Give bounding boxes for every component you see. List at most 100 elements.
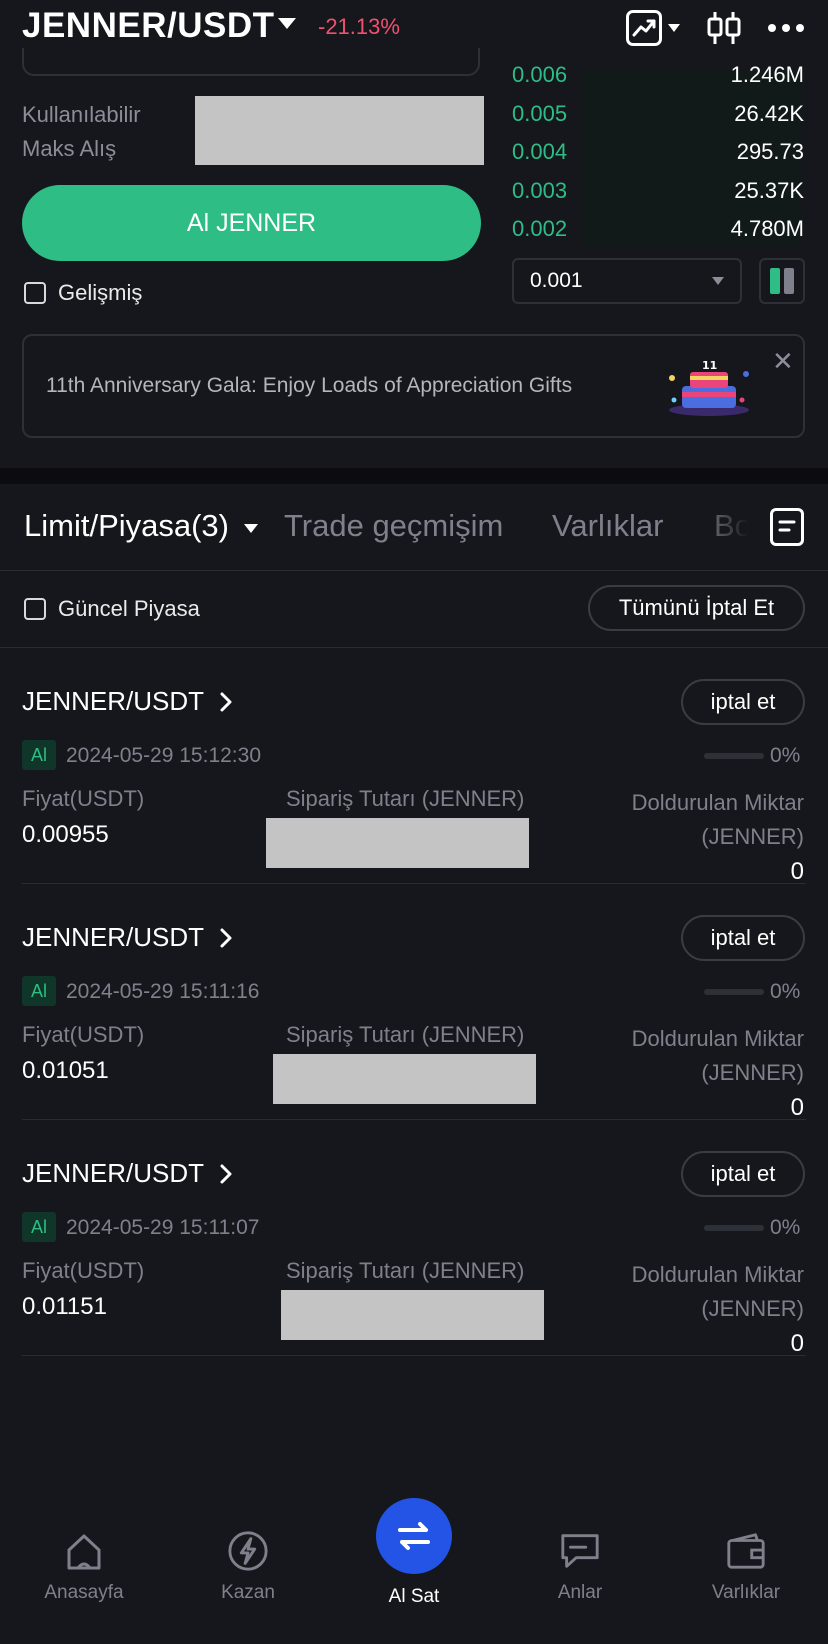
- svg-text:11: 11: [702, 359, 717, 372]
- filled-amount-label: Doldurulan Miktar (JENNER): [632, 786, 804, 854]
- price-label: Fiyat(USDT): [22, 786, 145, 811]
- tab-dropdown-icon[interactable]: [244, 524, 258, 533]
- more-icon[interactable]: [766, 18, 806, 38]
- order-input-field[interactable]: [22, 48, 480, 76]
- order-book-row[interactable]: 0.006 1.246M: [512, 56, 804, 94]
- chevron-right-icon: [220, 692, 232, 711]
- order-filled-amount: 0: [790, 1094, 804, 1121]
- order-book-amount: 4.780M: [730, 216, 804, 241]
- order-time: 2024-05-29 15:12:30: [66, 744, 261, 767]
- order-book-amount: 1.246M: [730, 62, 804, 87]
- buy-button[interactable]: Al JENNER: [22, 185, 481, 261]
- advanced-toggle[interactable]: Gelişmiş: [24, 280, 142, 306]
- order-book-amount: 25.37K: [734, 177, 804, 203]
- moments-icon: [559, 1530, 601, 1572]
- nav-home[interactable]: Anasayfa: [14, 1530, 154, 1604]
- order-pair-link[interactable]: JENNER/USDT: [22, 1158, 234, 1189]
- order-pair-link[interactable]: JENNER/USDT: [22, 686, 234, 717]
- order-book-row[interactable]: 0.002 4.780M: [512, 210, 804, 248]
- chevron-down-icon: [712, 277, 724, 285]
- chart-dropdown-icon[interactable]: [668, 24, 680, 32]
- fill-progress-bar: [704, 753, 764, 759]
- advanced-checkbox[interactable]: [24, 282, 46, 304]
- order-book-row[interactable]: 0.003 25.37K: [512, 172, 804, 210]
- nav-trade-label: Al Sat: [388, 1586, 440, 1607]
- price-label: Fiyat(USDT): [22, 1022, 145, 1047]
- fill-progress-percent: 0%: [770, 980, 801, 1003]
- filled-amount-label: Doldurulan Miktar (JENNER): [632, 1258, 804, 1326]
- tab-limit-market[interactable]: Limit/Piyasa(3): [24, 508, 229, 544]
- nav-moments-label: Anlar: [557, 1582, 603, 1603]
- cancel-all-button[interactable]: Tümünü İptal Et: [588, 585, 805, 631]
- advanced-label: Gelişmiş: [58, 280, 143, 305]
- divider: [0, 647, 828, 648]
- order-filled-amount: 0: [790, 1330, 804, 1357]
- nav-earn-label: Kazan: [221, 1582, 275, 1603]
- filled-amount-label-line2: (JENNER): [701, 824, 804, 849]
- order-pair-link[interactable]: JENNER/USDT: [22, 922, 234, 953]
- cancel-order-button[interactable]: iptal et: [681, 915, 805, 961]
- order-book-price: 0.006: [512, 62, 568, 87]
- order-book-price: 0.002: [512, 216, 568, 241]
- current-market-label: Güncel Piyasa: [58, 596, 200, 621]
- order-divider: [22, 1355, 806, 1356]
- order-price: 0.00955: [22, 821, 109, 848]
- available-label: Kullanılabilir Maks Alış: [22, 98, 141, 166]
- tick-size-value: 0.001: [530, 269, 583, 292]
- order-divider: [22, 883, 806, 884]
- filled-amount-label-line1: Doldurulan Miktar: [631, 1262, 804, 1287]
- order-book-amount: 26.42K: [734, 100, 804, 126]
- pair-dropdown-icon[interactable]: [278, 18, 296, 29]
- earn-icon: [227, 1530, 269, 1572]
- filled-amount-label-line2: (JENNER): [701, 1060, 804, 1085]
- order-book-layout-button[interactable]: [759, 258, 805, 304]
- filled-amount-label: Doldurulan Miktar (JENNER): [632, 1022, 804, 1090]
- redacted-order-amount: [266, 818, 529, 868]
- pair-title[interactable]: JENNER/USDT: [22, 6, 274, 46]
- promo-banner-text: 11th Anniversary Gala: Enjoy Loads of Ap…: [46, 374, 573, 397]
- order-side-badge: Al: [22, 976, 56, 1006]
- order-pair: JENNER/USDT: [22, 686, 205, 716]
- nav-earn[interactable]: Kazan: [178, 1530, 318, 1604]
- order-price: 0.01051: [22, 1057, 109, 1084]
- order-book-row[interactable]: 0.004 295.73: [512, 133, 804, 171]
- tick-size-select[interactable]: 0.001: [512, 258, 742, 304]
- order-book-amount: 295.73: [736, 139, 804, 164]
- order-price: 0.01151: [22, 1293, 107, 1320]
- divider: [0, 570, 828, 571]
- filled-amount-label-line1: Doldurulan Miktar: [631, 1026, 804, 1051]
- tab-assets[interactable]: Varlıklar: [552, 508, 663, 544]
- nav-trade[interactable]: Al Sat: [344, 1586, 484, 1608]
- nav-assets[interactable]: Varlıklar: [676, 1530, 816, 1604]
- close-icon[interactable]: ✕: [772, 346, 794, 377]
- tab-scroll-fade: [700, 498, 770, 558]
- order-pair: JENNER/USDT: [22, 922, 205, 952]
- order-amount-label: Sipariş Tutarı (JENNER): [286, 1022, 525, 1047]
- chevron-right-icon: [220, 1164, 232, 1183]
- cancel-order-button[interactable]: iptal et: [681, 1151, 805, 1197]
- nav-moments[interactable]: Anlar: [510, 1530, 650, 1604]
- swap-icon[interactable]: [376, 1498, 452, 1574]
- order-side-badge: Al: [22, 1212, 56, 1242]
- cancel-order-button[interactable]: iptal et: [681, 679, 805, 725]
- home-icon: [63, 1530, 105, 1572]
- candlestick-icon[interactable]: [706, 10, 742, 46]
- max-buy-label-text: Maks Alış: [22, 136, 117, 161]
- filled-amount-label-line1: Doldurulan Miktar: [631, 790, 804, 815]
- anniversary-cake-icon: 11: [662, 356, 756, 418]
- chart-icon[interactable]: [626, 10, 662, 46]
- redacted-balance: [195, 96, 484, 165]
- layout-bar-icon: [784, 268, 794, 294]
- current-market-checkbox[interactable]: [24, 598, 46, 620]
- order-time: 2024-05-29 15:11:16: [66, 980, 260, 1003]
- current-market-filter[interactable]: Güncel Piyasa: [24, 596, 200, 622]
- order-history-icon[interactable]: [770, 508, 804, 546]
- fill-progress-bar: [704, 1225, 764, 1231]
- order-book-price: 0.003: [512, 177, 568, 203]
- order-time: 2024-05-29 15:11:07: [66, 1216, 260, 1239]
- order-book-price: 0.004: [512, 139, 568, 164]
- order-book-row[interactable]: 0.005 26.42K: [512, 95, 804, 133]
- tab-trade-history[interactable]: Trade geçmişim: [284, 508, 503, 544]
- order-divider: [22, 1119, 806, 1120]
- price-label: Fiyat(USDT): [22, 1258, 145, 1283]
